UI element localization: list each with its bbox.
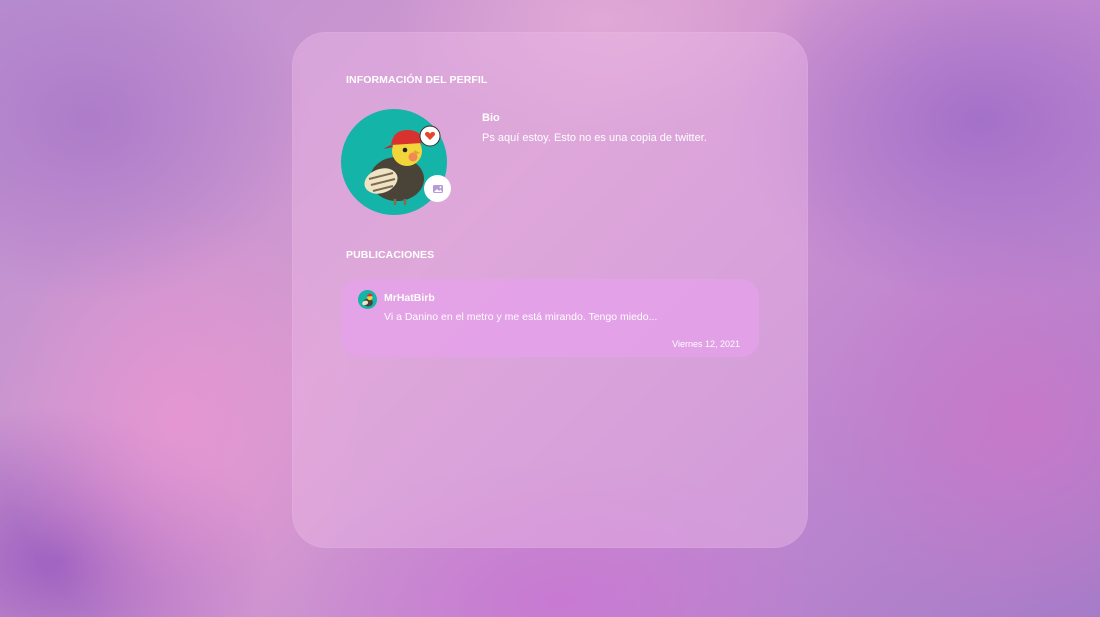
post-username[interactable]: MrHatBirb: [384, 292, 435, 304]
post-author-avatar: [358, 290, 377, 309]
change-avatar-button[interactable]: [424, 175, 451, 202]
profile-card: INFORMACIÓN DEL PERFIL Bio Ps aquí estoy…: [292, 32, 808, 548]
posts-title: PUBLICACIONES: [346, 249, 435, 261]
post-date: Viernes 12, 2021: [672, 339, 740, 349]
image-edit-icon: [432, 184, 443, 193]
bio-label: Bio: [482, 112, 500, 124]
bio-text: Ps aquí estoy. Esto no es una copia de t…: [482, 132, 707, 144]
post-card[interactable]: MrHatBirb Vi a Danino en el metro y me e…: [341, 279, 759, 357]
profile-avatar-container: [341, 109, 451, 215]
heart-bubble-icon: [419, 125, 441, 147]
post-text: Vi a Danino en el metro y me está mirand…: [384, 311, 658, 323]
profile-info-title: INFORMACIÓN DEL PERFIL: [346, 74, 488, 86]
